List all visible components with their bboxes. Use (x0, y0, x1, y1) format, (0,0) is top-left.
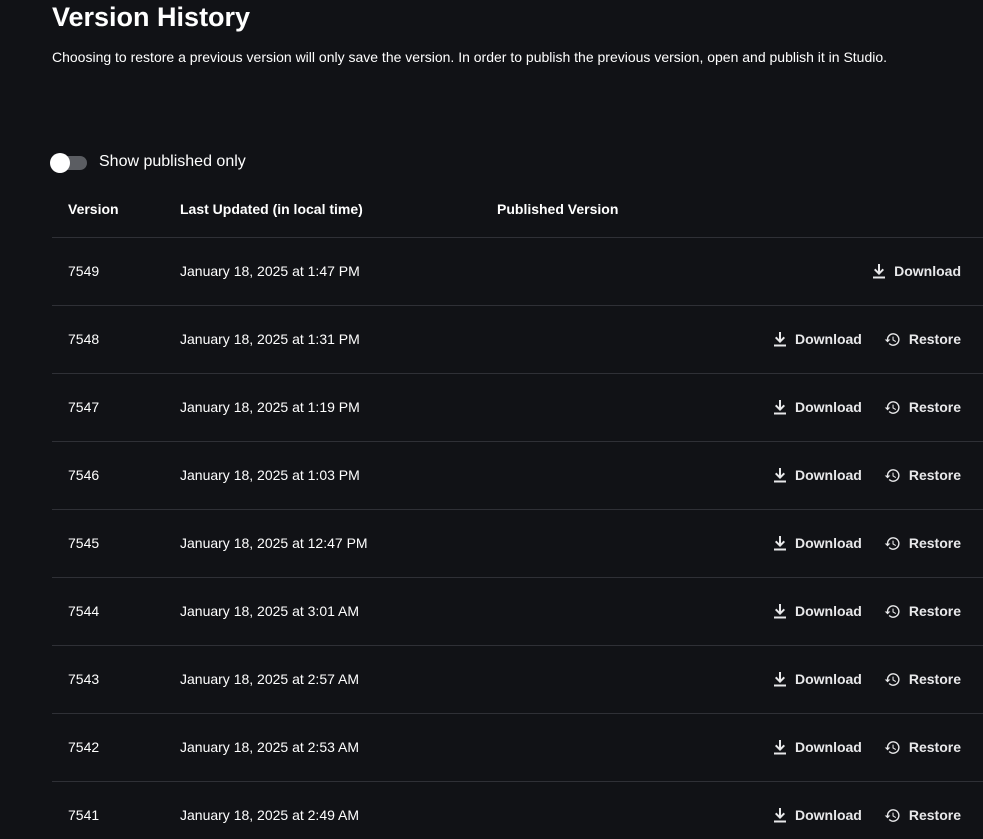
download-label: Download (794, 467, 862, 483)
version-number: 7548 (68, 331, 100, 347)
download-button[interactable]: Download (773, 534, 862, 552)
row-actions: Download Restore (773, 600, 961, 622)
table-header: Version Last Updated (in local time) Pub… (52, 196, 983, 238)
download-button[interactable]: Download (773, 602, 862, 620)
restore-button[interactable]: Restore (884, 534, 961, 552)
restore-button[interactable]: Restore (884, 398, 961, 416)
version-table-body: 7549 January 18, 2025 at 1:47 PM Download 7… (52, 238, 983, 839)
history-restore-icon (884, 807, 901, 824)
row-actions: Download Restore (773, 532, 961, 554)
restore-label: Restore (908, 399, 961, 415)
column-header-published-version: Published Version (497, 201, 619, 217)
last-updated-date: January 18, 2025 at 1:31 PM (180, 331, 360, 347)
history-restore-icon (884, 739, 901, 756)
download-icon (773, 535, 787, 551)
version-number: 7545 (68, 535, 100, 551)
table-row: 7547 January 18, 2025 at 1:19 PM Download R… (52, 374, 983, 442)
restore-label: Restore (908, 535, 961, 551)
last-updated-date: January 18, 2025 at 3:01 AM (180, 603, 360, 619)
version-history-page: Version History Choosing to restore a pr… (0, 0, 983, 839)
column-header-last-updated: Last Updated (in local time) (180, 201, 363, 217)
download-button[interactable]: Download (773, 670, 862, 688)
version-number: 7544 (68, 603, 100, 619)
download-icon (773, 331, 787, 347)
download-button[interactable]: Download (773, 466, 862, 484)
history-restore-icon (884, 331, 901, 348)
download-icon (773, 807, 787, 823)
download-icon (773, 671, 787, 687)
restore-label: Restore (908, 671, 961, 687)
last-updated-date: January 18, 2025 at 12:47 PM (180, 535, 368, 551)
restore-button[interactable]: Restore (884, 738, 961, 756)
restore-label: Restore (908, 739, 961, 755)
download-label: Download (794, 535, 862, 551)
version-number: 7546 (68, 467, 100, 483)
restore-button[interactable]: Restore (884, 806, 961, 824)
last-updated-date: January 18, 2025 at 1:47 PM (180, 263, 360, 279)
table-row: 7543 January 18, 2025 at 2:57 AM Download R… (52, 646, 983, 714)
history-restore-icon (884, 467, 901, 484)
column-header-version: Version (68, 201, 119, 217)
show-published-toggle[interactable] (50, 153, 88, 173)
table-row: 7548 January 18, 2025 at 1:31 PM Download R… (52, 306, 983, 374)
download-icon (872, 263, 886, 279)
page-title: Version History (52, 2, 251, 32)
download-icon (773, 467, 787, 483)
restore-button[interactable]: Restore (884, 330, 961, 348)
version-number: 7547 (68, 399, 100, 415)
download-button[interactable]: Download (773, 738, 862, 756)
restore-button[interactable]: Restore (884, 466, 961, 484)
row-actions: Download Restore (773, 396, 961, 418)
download-icon (773, 603, 787, 619)
download-label: Download (794, 807, 862, 823)
download-button[interactable]: Download (773, 398, 862, 416)
table-row: 7549 January 18, 2025 at 1:47 PM Download (52, 238, 983, 306)
restore-button[interactable]: Restore (884, 670, 961, 688)
restore-label: Restore (908, 603, 961, 619)
download-button[interactable]: Download (773, 806, 862, 824)
table-row: 7545 January 18, 2025 at 12:47 PM Download… (52, 510, 983, 578)
last-updated-date: January 18, 2025 at 2:57 AM (180, 671, 360, 687)
version-number: 7542 (68, 739, 100, 755)
download-label: Download (894, 263, 961, 279)
version-number: 7541 (68, 807, 100, 823)
restore-label: Restore (908, 467, 961, 483)
version-number: 7543 (68, 671, 100, 687)
published-filter: Show published only (50, 150, 246, 174)
history-restore-icon (884, 399, 901, 416)
history-restore-icon (884, 603, 901, 620)
download-label: Download (794, 399, 862, 415)
last-updated-date: January 18, 2025 at 2:53 AM (180, 739, 360, 755)
last-updated-date: January 18, 2025 at 1:19 PM (180, 399, 360, 415)
toggle-knob (50, 153, 70, 173)
download-button[interactable]: Download (773, 330, 862, 348)
row-actions: Download Restore (773, 736, 961, 758)
table-row: 7544 January 18, 2025 at 3:01 AM Download R… (52, 578, 983, 646)
download-label: Download (794, 739, 862, 755)
download-button[interactable]: Download (872, 262, 961, 280)
restore-label: Restore (908, 331, 961, 347)
version-number: 7549 (68, 263, 100, 279)
show-published-label: Show published only (99, 153, 246, 170)
download-label: Download (794, 671, 862, 687)
row-actions: Download Restore (773, 464, 961, 486)
last-updated-date: January 18, 2025 at 2:49 AM (180, 807, 360, 823)
row-actions: Download Restore (773, 804, 961, 826)
row-actions: Download Restore (773, 328, 961, 350)
download-label: Download (794, 603, 862, 619)
table-row: 7542 January 18, 2025 at 2:53 AM Download R… (52, 714, 983, 782)
page-description: Choosing to restore a previous version w… (52, 49, 888, 65)
row-actions: Download Restore (773, 668, 961, 690)
download-label: Download (794, 331, 862, 347)
download-icon (773, 399, 787, 415)
table-row: 7546 January 18, 2025 at 1:03 PM Download R… (52, 442, 983, 510)
history-restore-icon (884, 671, 901, 688)
restore-button[interactable]: Restore (884, 602, 961, 620)
row-actions: Download (872, 260, 961, 282)
download-icon (773, 739, 787, 755)
table-row: 7541 January 18, 2025 at 2:49 AM Download R… (52, 782, 983, 839)
restore-label: Restore (908, 807, 961, 823)
last-updated-date: January 18, 2025 at 1:03 PM (180, 467, 360, 483)
history-restore-icon (884, 535, 901, 552)
